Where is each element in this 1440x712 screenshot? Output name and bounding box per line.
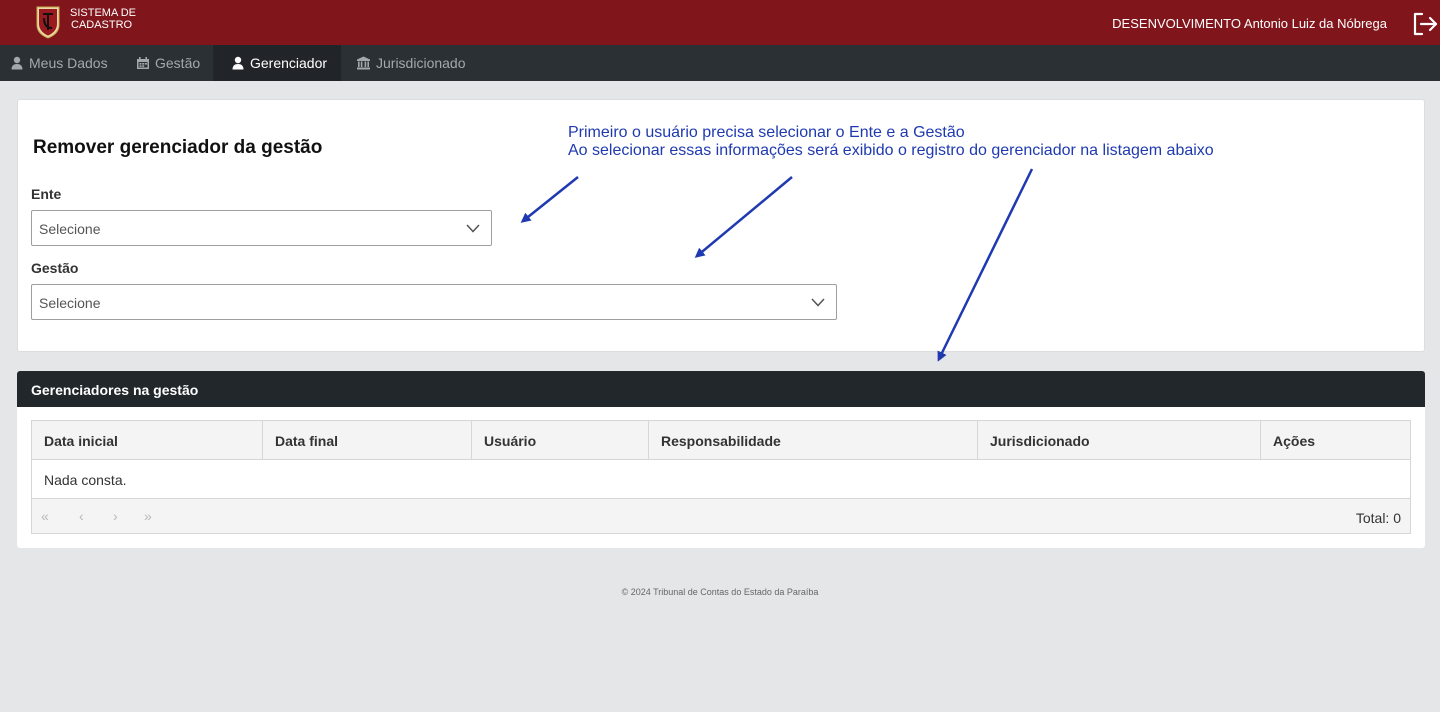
logout-icon[interactable] — [1412, 11, 1438, 37]
nav-meus-dados[interactable]: Meus Dados — [0, 45, 118, 81]
chevron-down-icon — [811, 298, 825, 307]
nav-jurisdicionado[interactable]: Jurisdicionado — [356, 45, 466, 81]
column-header[interactable]: Ações — [1261, 421, 1410, 459]
annotation-note: Primeiro o usuário precisa selecionar o … — [568, 124, 1214, 160]
paginator: « ‹ › » Total: 0 — [32, 498, 1410, 533]
ente-select-value: Selecione — [39, 221, 101, 237]
gestao-select[interactable]: Selecione — [31, 284, 837, 320]
nav-gerenciador[interactable]: Gerenciador — [213, 45, 341, 81]
main-nav: Meus Dados Gestão Gerenciador Jurisdicio… — [0, 45, 1440, 81]
nav-label: Meus Dados — [29, 55, 108, 71]
nav-label: Jurisdicionado — [376, 55, 466, 71]
last-page-button[interactable]: » — [144, 508, 152, 524]
calendar-icon — [137, 57, 149, 69]
column-header[interactable]: Usuário — [472, 421, 649, 459]
managers-card-title: Gerenciadores na gestão — [17, 371, 1425, 407]
column-header[interactable]: Data inicial — [32, 421, 263, 459]
user-icon — [11, 56, 23, 70]
gestao-select-value: Selecione — [39, 295, 101, 311]
empty-message: Nada consta. — [44, 472, 127, 488]
managers-card: Gerenciadores na gestão Data inicial Dat… — [17, 371, 1425, 548]
brand-line-2: CADASTRO — [71, 19, 133, 31]
brand-name: SISTEMA DE CADASTRO — [70, 7, 136, 31]
bank-icon — [357, 56, 370, 70]
chevron-down-icon — [466, 224, 480, 233]
managers-table: Data inicial Data final Usuário Responsa… — [31, 420, 1411, 534]
next-page-button[interactable]: › — [113, 508, 118, 524]
column-header[interactable]: Jurisdicionado — [978, 421, 1261, 459]
first-page-button[interactable]: « — [41, 508, 49, 524]
ente-select[interactable]: Selecione — [31, 210, 492, 246]
nav-label: Gerenciador — [250, 55, 328, 71]
nav-label: Gestão — [155, 55, 201, 71]
ente-label: Ente — [31, 186, 62, 202]
gestao-label: Gestão — [31, 260, 79, 276]
page-title: Remover gerenciador da gestão — [33, 137, 323, 158]
prev-page-button[interactable]: ‹ — [79, 508, 84, 524]
brand-line-1: SISTEMA DE — [70, 7, 137, 19]
top-bar: SISTEMA DE CADASTRO DESENVOLVIMENTO Anto… — [0, 0, 1440, 45]
footer-copyright: © 2024 Tribunal de Contas do Estado da P… — [621, 587, 819, 597]
column-header[interactable]: Responsabilidade — [649, 421, 978, 459]
total-count: Total: 0 — [1355, 510, 1401, 526]
nav-gestao[interactable]: Gestão — [136, 45, 200, 81]
user-name: DESENVOLVIMENTO Antonio Luiz da Nóbrega — [1112, 16, 1387, 31]
column-header[interactable]: Data final — [263, 421, 472, 459]
annotation-line-2: Ao selecionar essas informações será exi… — [568, 142, 1214, 159]
annotation-line-1: Primeiro o usuário precisa selecionar o … — [568, 124, 965, 141]
tce-logo-icon — [36, 6, 60, 39]
table-header: Data inicial Data final Usuário Responsa… — [32, 421, 1410, 460]
user-icon — [232, 56, 244, 70]
